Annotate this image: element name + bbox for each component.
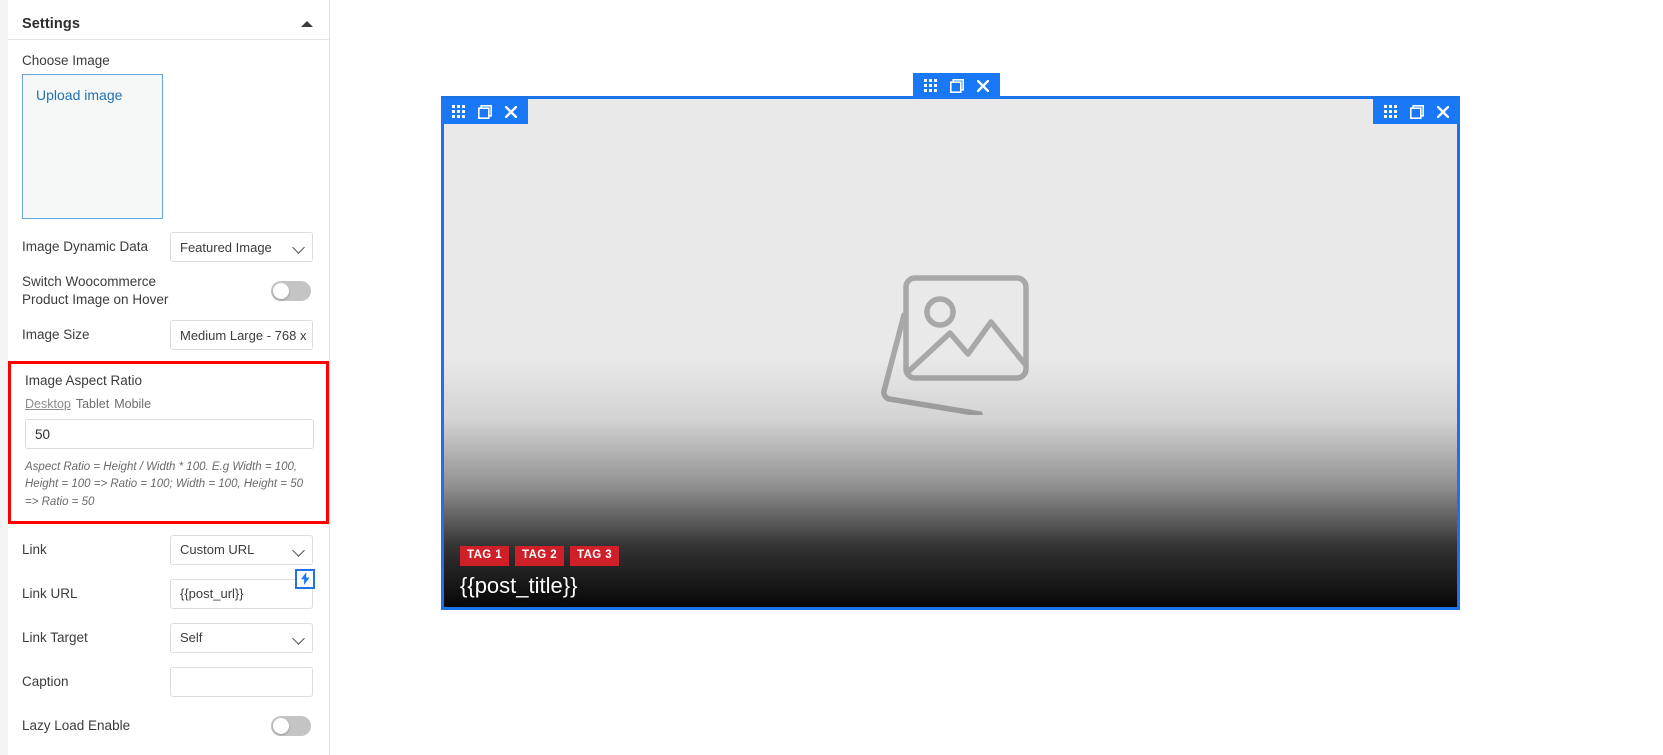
lazy-load-label: Lazy Load Enable [22,717,131,733]
switch-woocommerce-toggle[interactable] [271,281,311,301]
link-url-label: Link URL [22,585,78,601]
link-target-label: Link Target [22,629,88,645]
tag-list: TAG 1 TAG 2 TAG 3 [460,546,620,566]
row-link-target: Link Target Self [8,616,329,660]
chevron-down-icon [292,631,305,645]
tag-badge[interactable]: TAG 1 [460,546,510,566]
upload-image-dropzone[interactable]: Upload image [22,74,163,219]
column-toolbar-left [441,99,528,124]
settings-panel-header: Settings [8,8,329,40]
image-dynamic-data-value: Featured Image [180,239,272,255]
settings-sidebar: Settings Choose Image Upload image Image… [0,0,330,755]
duplicate-icon[interactable] [950,78,964,93]
page-title: Settings [22,15,80,32]
toggle-knob [273,717,289,734]
grid-icon[interactable] [452,105,465,118]
close-icon[interactable] [1437,105,1449,118]
device-tab-mobile[interactable]: Mobile [114,397,151,411]
link-value: Custom URL [180,542,255,558]
image-dynamic-data-label: Image Dynamic Data [22,239,149,255]
row-image-size: Image Size Medium Large - 768 x [8,313,329,357]
choose-image-label: Choose Image [22,53,110,68]
image-widget-inner: TAG 1 TAG 2 TAG 3 {{post_title}} [444,99,1457,607]
duplicate-icon[interactable] [478,104,492,119]
link-target-select[interactable]: Self [170,622,313,653]
close-icon[interactable] [505,105,517,118]
image-widget-frame[interactable]: TAG 1 TAG 2 TAG 3 {{post_title}} [441,96,1460,610]
link-url-input[interactable]: {{post_url}} [170,578,313,609]
caption-label: Caption [22,673,69,689]
settings-panel-body: Choose Image Upload image Image Dynamic … [8,41,329,755]
duplicate-icon[interactable] [1410,104,1424,119]
section-toolbar [913,73,1000,98]
toggle-knob [273,283,289,299]
image-placeholder-icon [880,275,1029,415]
caption-input[interactable] [170,666,313,697]
image-aspect-ratio-value: 50 [35,426,51,442]
link-target-value: Self [180,630,203,646]
image-aspect-ratio-input[interactable]: 50 [25,419,314,449]
image-aspect-ratio-group: Image Aspect Ratio Desktop Tablet Mobile 5… [8,361,329,524]
link-url-wrapper: {{post_url}} [170,568,315,609]
preview-canvas: TAG 1 TAG 2 TAG 3 {{post_title}} [330,0,1663,755]
image-size-value: Medium Large - 768 x [180,327,311,343]
image-dynamic-data-select[interactable]: Featured Image [170,232,313,262]
editor-root: Settings Choose Image Upload image Image… [0,0,1663,755]
grid-icon[interactable] [924,79,937,92]
row-link: Link Custom URL [8,528,329,572]
close-icon[interactable] [977,79,989,92]
caret-up-icon[interactable] [301,20,313,27]
row-link-url: Link URL {{post_url}} [8,568,329,616]
lightning-bolt-icon[interactable] [295,568,315,589]
chevron-down-icon [292,543,305,557]
image-size-select[interactable]: Medium Large - 768 x [170,320,313,350]
grid-icon[interactable] [1384,105,1397,118]
image-aspect-ratio-label: Image Aspect Ratio [25,373,143,388]
chevron-down-icon [292,241,305,254]
tag-badge[interactable]: TAG 3 [570,546,620,566]
row-lazy-load: Lazy Load Enable [8,704,329,748]
post-meta-overlay: TAG 1 TAG 2 TAG 3 {{post_title}} [460,546,620,599]
row-image-dynamic-data: Image Dynamic Data Featured Image [8,225,329,269]
image-placeholder-wrap [444,275,1457,415]
device-tab-desktop[interactable]: Desktop [25,397,71,411]
link-label: Link [22,541,47,557]
upload-image-link[interactable]: Upload image [36,87,122,103]
row-switch-woocommerce: Switch Woocommerce Product Image on Hove… [8,269,329,313]
device-tab-tablet[interactable]: Tablet [76,397,109,411]
image-aspect-ratio-help: Aspect Ratio = Height / Width * 100. E.g… [25,461,304,508]
image-size-label: Image Size [22,327,90,343]
device-switcher: Desktop Tablet Mobile [11,388,326,417]
column-toolbar-right [1373,99,1460,124]
lazy-load-toggle[interactable] [271,715,311,736]
post-title: {{post_title}} [460,572,578,598]
sidebar-left-strip [0,0,8,755]
link-select[interactable]: Custom URL [170,534,313,565]
tag-badge[interactable]: TAG 2 [515,546,565,566]
link-url-value: {{post_url}} [180,586,244,602]
switch-woocommerce-label: Switch Woocommerce Product Image on Hove… [22,274,169,307]
row-caption: Caption [8,660,329,704]
